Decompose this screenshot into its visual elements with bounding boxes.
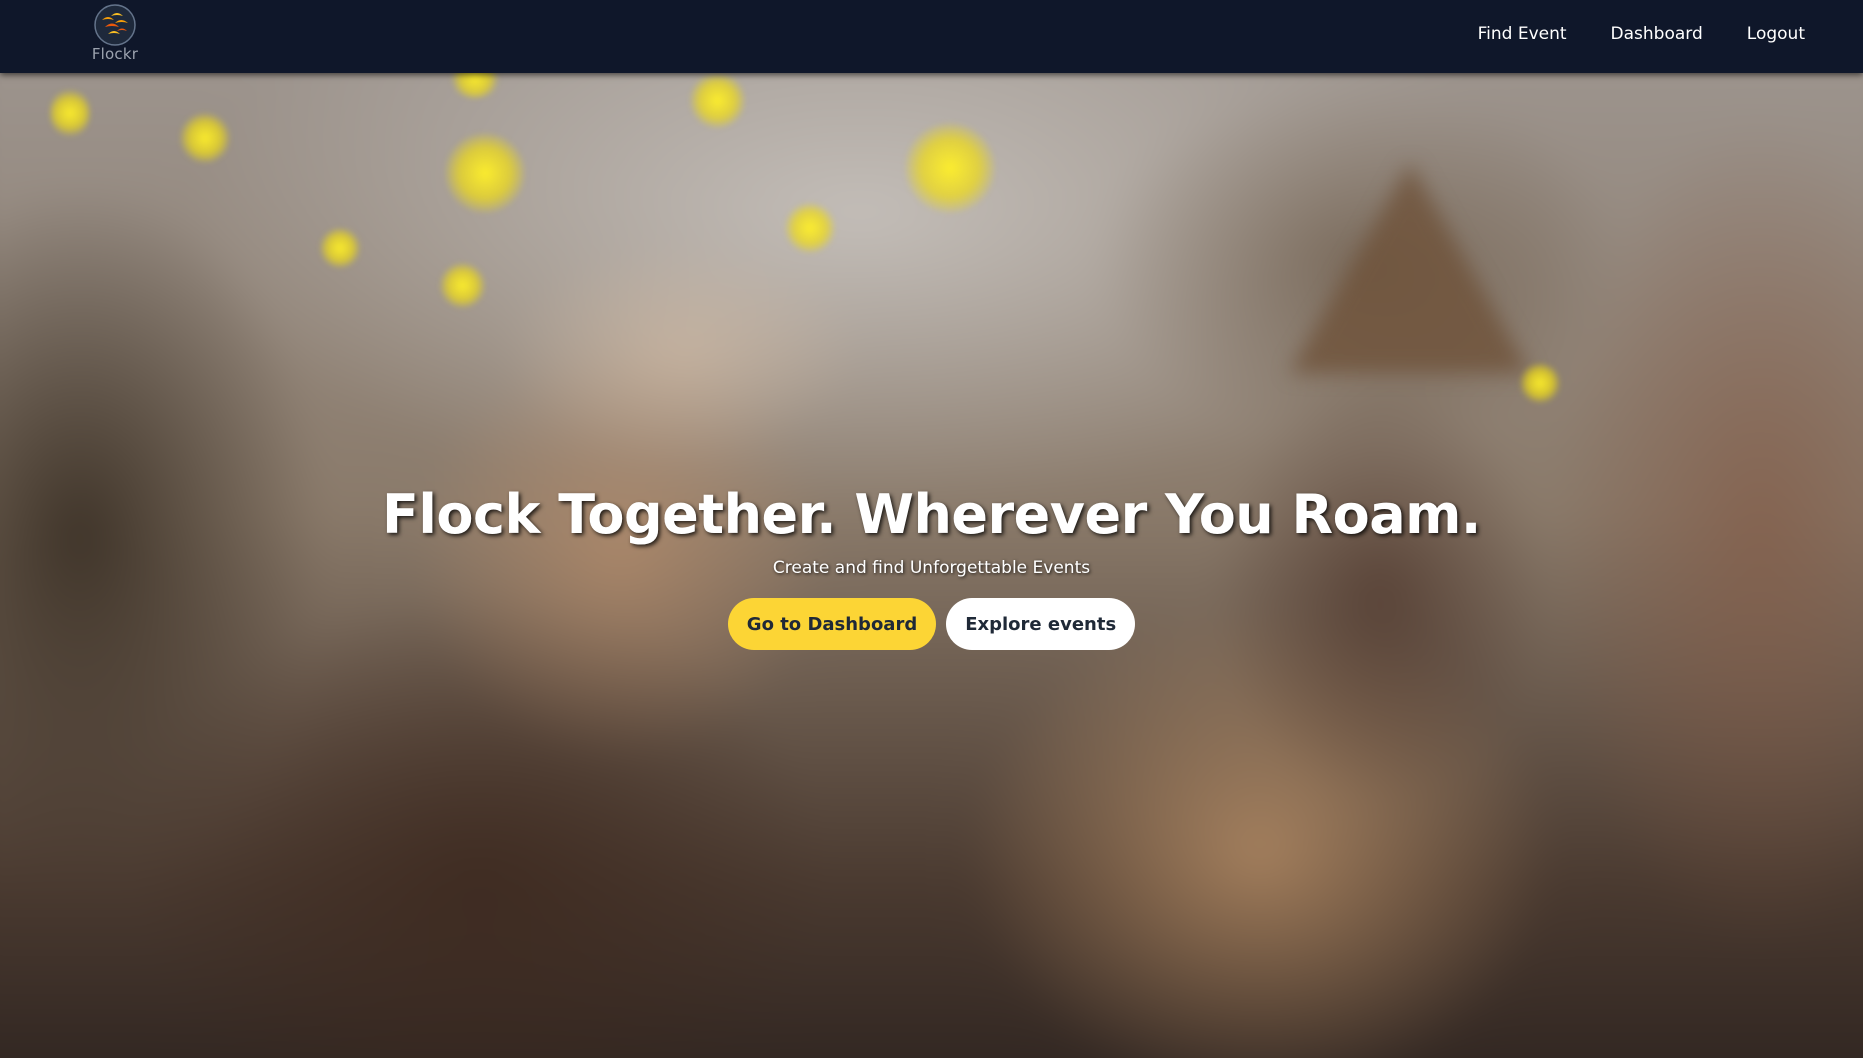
hero-bokeh-light bbox=[180, 113, 230, 163]
hero-bokeh-light bbox=[785, 203, 835, 253]
nav-find-event-link[interactable]: Find Event bbox=[1478, 24, 1567, 44]
hero-bokeh-light bbox=[445, 133, 525, 213]
hero-bokeh-light bbox=[320, 228, 360, 268]
hero-bokeh-light bbox=[690, 73, 745, 128]
hero-content: Flock Together. Wherever You Roam. Creat… bbox=[0, 483, 1863, 650]
hero-bokeh-light bbox=[440, 263, 485, 308]
nav-logout-link[interactable]: Logout bbox=[1747, 24, 1805, 44]
top-navbar: Flockr Find Event Dashboard Logout bbox=[0, 0, 1863, 73]
hero-background-lamp-shape bbox=[1290, 163, 1530, 373]
explore-events-button[interactable]: Explore events bbox=[946, 598, 1136, 650]
hero-subtitle: Create and find Unforgettable Events bbox=[772, 558, 1091, 578]
go-to-dashboard-button[interactable]: Go to Dashboard bbox=[727, 598, 937, 650]
hero-bokeh-light bbox=[50, 88, 90, 138]
brand-name: Flockr bbox=[91, 45, 139, 63]
hero-section: Flock Together. Wherever You Roam. Creat… bbox=[0, 73, 1863, 1058]
hero-title: Flock Together. Wherever You Roam. bbox=[382, 483, 1481, 546]
brand-logo-link[interactable]: Flockr bbox=[88, 3, 142, 63]
flockr-birds-logo-icon bbox=[94, 4, 136, 46]
hero-actions: Go to Dashboard Explore events bbox=[727, 598, 1136, 650]
hero-bokeh-light bbox=[905, 123, 995, 213]
hero-bokeh-light bbox=[1520, 363, 1560, 403]
nav-dashboard-link[interactable]: Dashboard bbox=[1611, 24, 1703, 44]
nav-links: Find Event Dashboard Logout bbox=[1478, 0, 1805, 67]
